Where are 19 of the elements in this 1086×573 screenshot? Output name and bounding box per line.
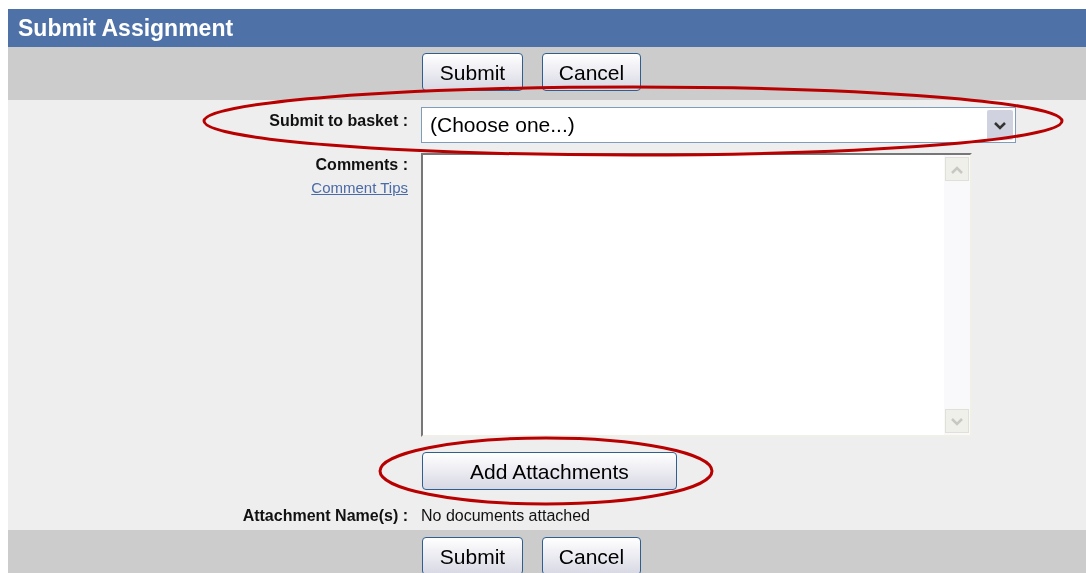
chevron-up-icon [950, 164, 964, 174]
scrollbar[interactable] [944, 155, 970, 435]
submit-button[interactable]: Submit [422, 537, 523, 573]
comment-tips-link[interactable]: Comment Tips [311, 177, 408, 200]
chevron-down-icon [950, 416, 964, 426]
cancel-button[interactable]: Cancel [542, 537, 641, 573]
chevron-down-icon [993, 120, 1007, 130]
attachment-status: No documents attached [421, 506, 590, 526]
basket-select[interactable]: (Choose one...) [421, 107, 1016, 143]
cancel-button[interactable]: Cancel [542, 53, 641, 91]
field-label: Comments : [315, 155, 408, 175]
add-attachments-button[interactable]: Add Attachments [422, 452, 677, 490]
scroll-up-button[interactable] [945, 157, 969, 181]
page-title: Submit Assignment [18, 13, 234, 43]
scroll-down-button[interactable] [945, 409, 969, 433]
field-label: Submit to basket : [269, 112, 408, 129]
comments-textarea[interactable] [421, 153, 972, 437]
submit-button[interactable]: Submit [422, 53, 523, 91]
field-label: Attachment Name(s) : [242, 507, 408, 524]
